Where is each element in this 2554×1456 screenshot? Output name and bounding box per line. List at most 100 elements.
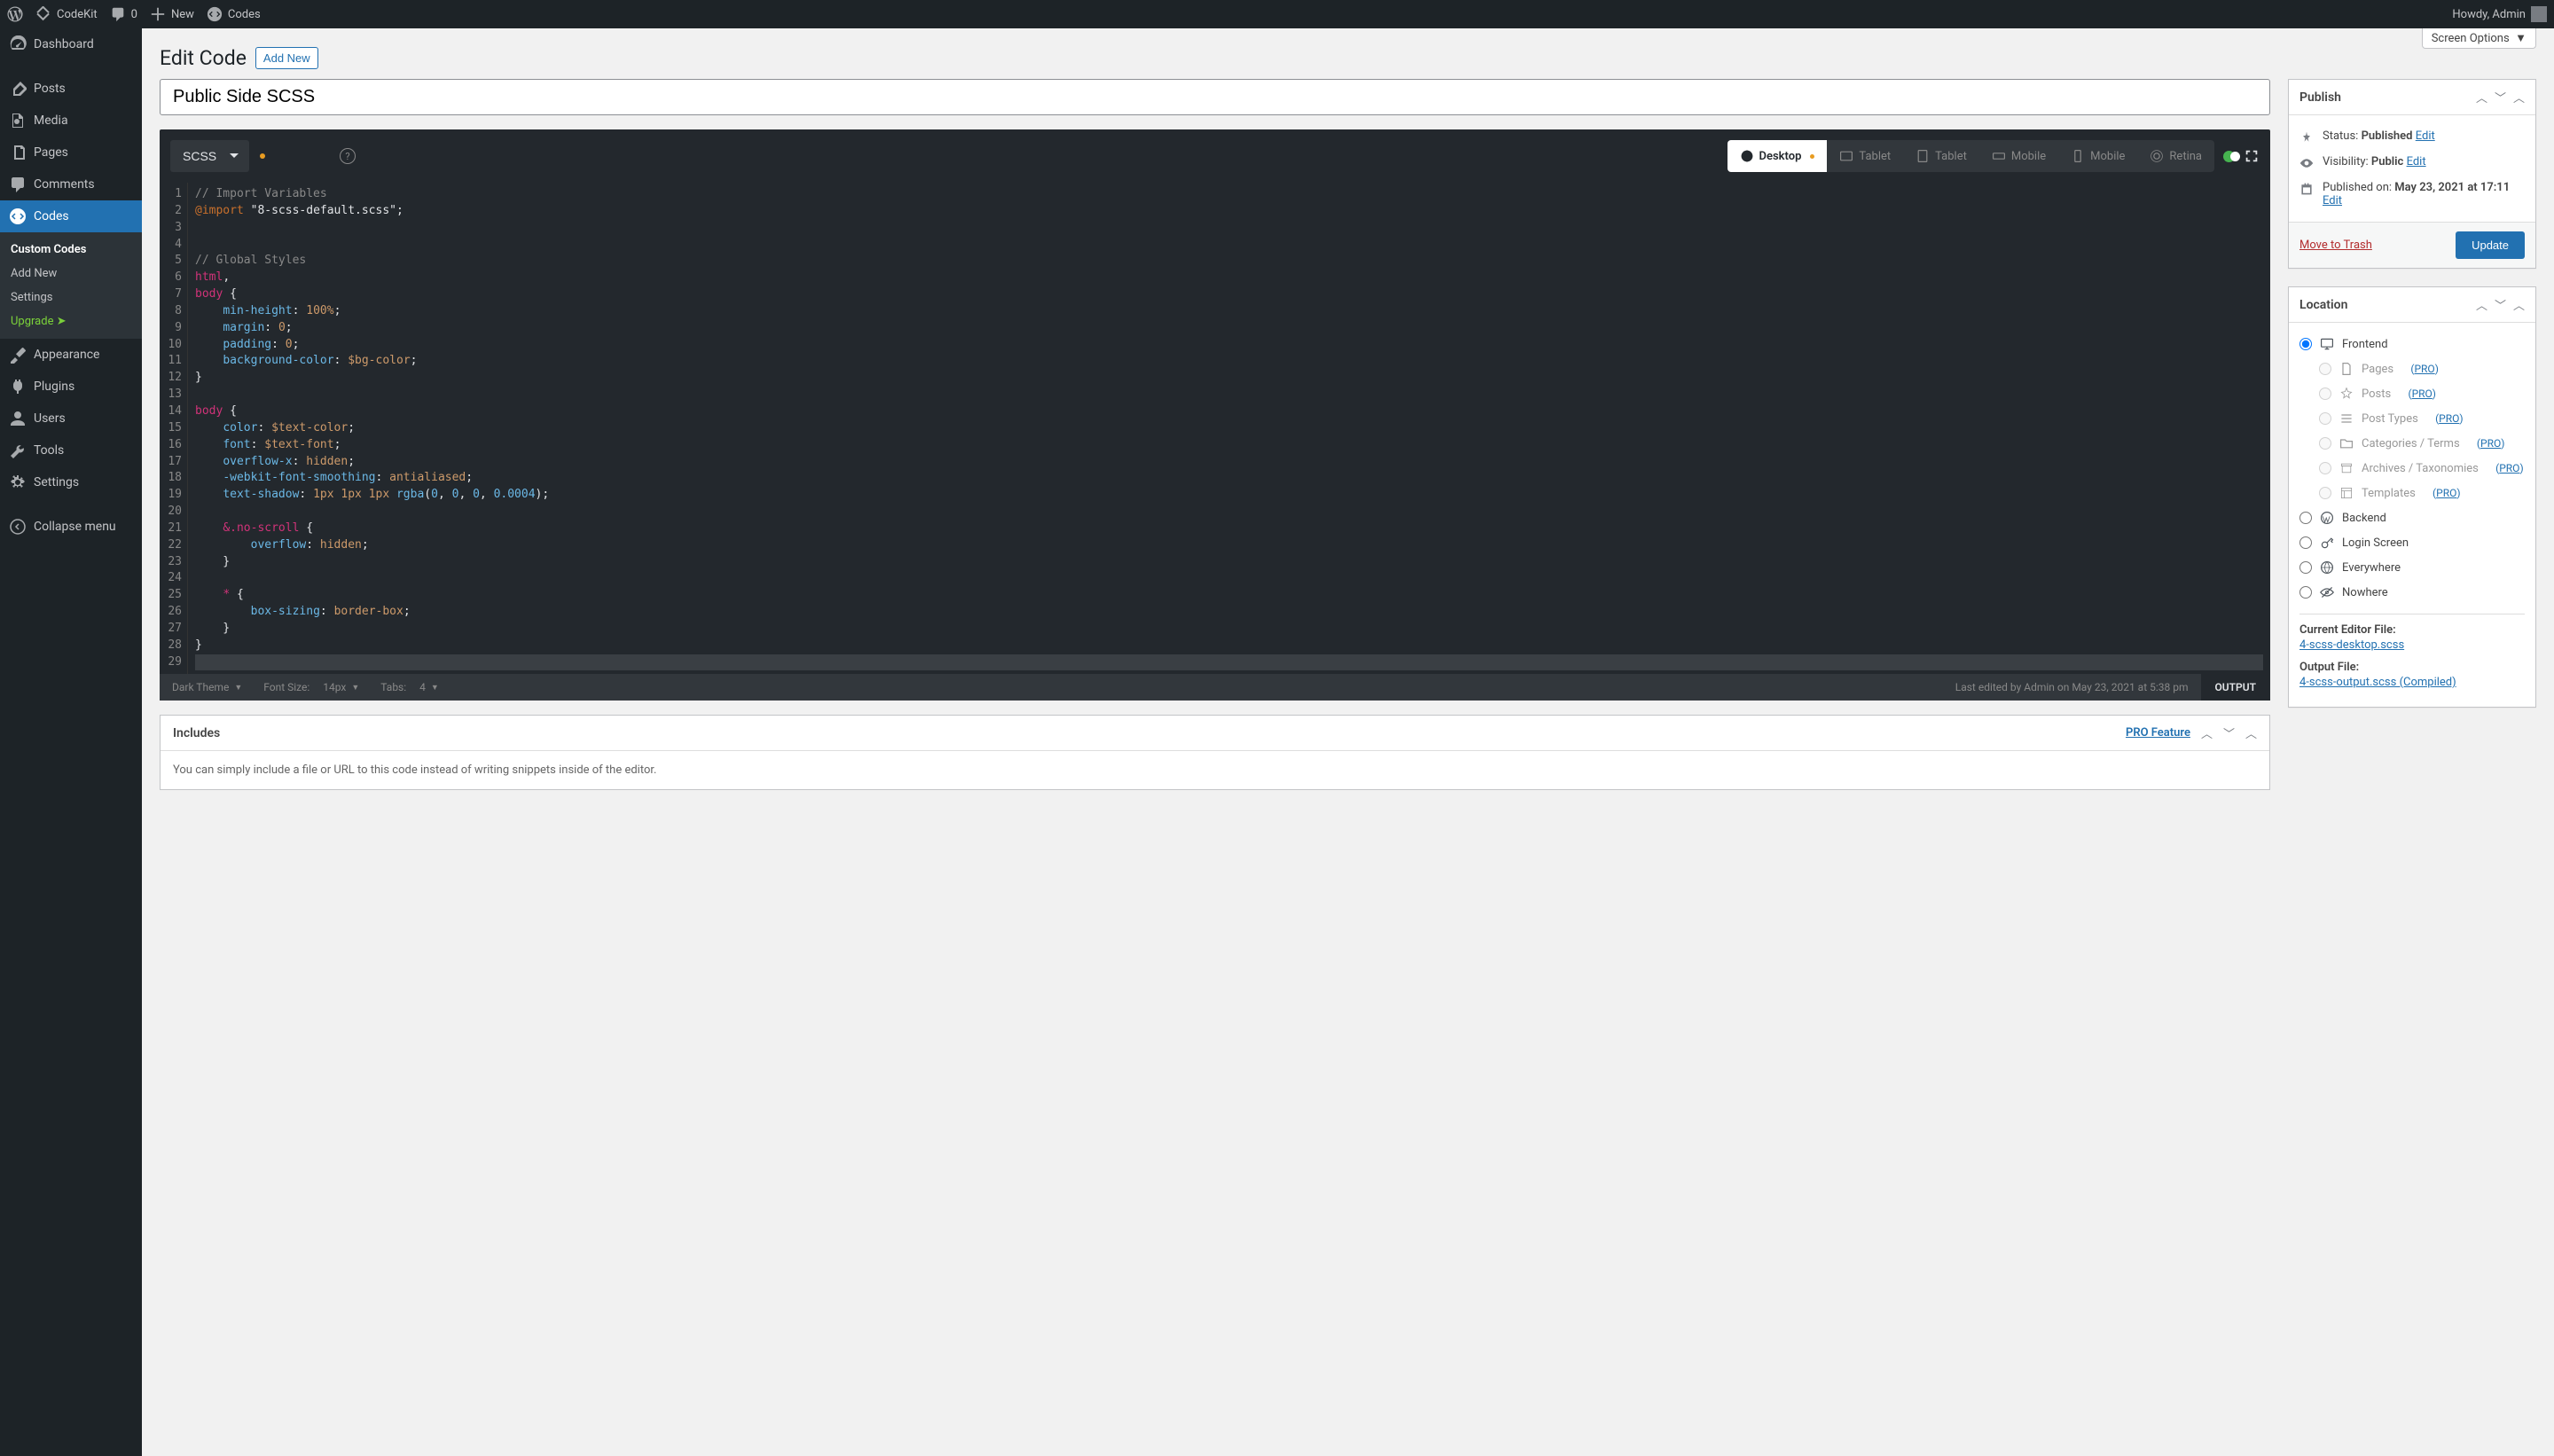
location-radio-login[interactable] bbox=[2299, 536, 2312, 549]
sidebar-item-pages[interactable]: Pages bbox=[0, 137, 142, 168]
comments-count: 0 bbox=[131, 8, 137, 21]
add-new-button[interactable]: Add New bbox=[255, 47, 318, 69]
panel-up-icon[interactable]: ︿ bbox=[2476, 296, 2487, 313]
code-content: // Import Variables @import "8-scss-defa… bbox=[188, 183, 2270, 674]
location-radio-nowhere[interactable] bbox=[2299, 586, 2312, 599]
fullscreen-icon[interactable] bbox=[2244, 148, 2260, 164]
device-tab-label: Desktop bbox=[1759, 150, 1802, 163]
sidebar-subitem-settings[interactable]: Settings bbox=[0, 286, 142, 309]
device-tab-mobile-p[interactable]: Mobile bbox=[2058, 140, 2137, 172]
theme-select[interactable]: Dark Theme ▼ bbox=[172, 681, 242, 693]
location-radio-posttypes[interactable] bbox=[2319, 412, 2331, 425]
edit-date-link[interactable]: Edit bbox=[2323, 194, 2342, 207]
unsaved-dot-icon bbox=[260, 153, 265, 159]
sidebar-item-posts[interactable]: Posts bbox=[0, 73, 142, 105]
adminbar-codes-label: Codes bbox=[228, 8, 261, 21]
sidebar-item-label: Appearance bbox=[34, 348, 99, 362]
sidebar-item-plugins[interactable]: Plugins bbox=[0, 371, 142, 403]
sidebar-item-appearance[interactable]: Appearance bbox=[0, 339, 142, 371]
key-icon bbox=[2319, 535, 2335, 551]
edit-visibility-link[interactable]: Edit bbox=[2407, 155, 2426, 168]
pro-link[interactable]: PRO bbox=[2439, 412, 2459, 425]
current-file-link[interactable]: 4-scss-desktop.scss bbox=[2299, 638, 2525, 652]
location-radio-pages[interactable] bbox=[2319, 363, 2331, 375]
location-radio-posts[interactable] bbox=[2319, 387, 2331, 400]
sidebar-subitem-upgrade[interactable]: Upgrade ➤ bbox=[0, 309, 142, 333]
wp-logo[interactable] bbox=[7, 6, 23, 22]
sidebar-item-users[interactable]: Users bbox=[0, 403, 142, 434]
sidebar-item-comments[interactable]: Comments bbox=[0, 168, 142, 200]
enable-toggle[interactable] bbox=[2223, 151, 2235, 162]
panel-down-icon[interactable]: ﹀ bbox=[2495, 296, 2506, 313]
fontsize-select[interactable]: Font Size: 14px ▼ bbox=[263, 681, 359, 693]
code-title-input[interactable] bbox=[160, 79, 2270, 115]
device-tab-retina[interactable]: Retina bbox=[2137, 140, 2214, 172]
output-button[interactable]: OUTPUT bbox=[2201, 674, 2271, 701]
device-tab-mobile-l[interactable]: Mobile bbox=[1979, 140, 2058, 172]
panel-down-icon[interactable]: ﹀ bbox=[2223, 724, 2235, 741]
code-textarea[interactable]: 1234567891011121314151617181920212223242… bbox=[160, 183, 2270, 674]
sidebar-item-dashboard[interactable]: Dashboard bbox=[0, 28, 142, 60]
sidebar-subitem-custom-codes[interactable]: Custom Codes bbox=[0, 238, 142, 262]
output-file-link[interactable]: 4-scss-output.scss (Compiled) bbox=[2299, 676, 2525, 689]
location-radio-everywhere[interactable] bbox=[2299, 561, 2312, 574]
sidebar-item-media[interactable]: Media bbox=[0, 105, 142, 137]
page-icon bbox=[2339, 361, 2354, 377]
publish-title: Publish bbox=[2299, 90, 2341, 105]
update-button[interactable]: Update bbox=[2456, 231, 2525, 259]
sidebar-item-label: Codes bbox=[34, 209, 69, 223]
sidebar-item-label: Users bbox=[34, 411, 66, 426]
sidebar-item-settings[interactable]: Settings bbox=[0, 466, 142, 498]
location-radio-backend[interactable] bbox=[2299, 512, 2312, 524]
move-to-trash-link[interactable]: Move to Trash bbox=[2299, 239, 2372, 252]
panel-collapse-icon[interactable]: ︿ bbox=[2245, 724, 2257, 741]
last-edited-text: Last edited by Admin on May 23, 2021 at … bbox=[1955, 681, 2189, 693]
panel-up-icon[interactable]: ︿ bbox=[2476, 89, 2487, 106]
sidebar-item-codes[interactable]: Codes bbox=[0, 200, 142, 232]
pro-link[interactable]: PRO bbox=[2414, 363, 2434, 375]
output-file-label: Output File: bbox=[2299, 661, 2525, 674]
sidebar-item-tools[interactable]: Tools bbox=[0, 434, 142, 466]
site-name[interactable]: CodeKit bbox=[35, 6, 98, 22]
tabs-select[interactable]: Tabs: 4 ▼ bbox=[380, 681, 439, 693]
location-radio-categories[interactable] bbox=[2319, 437, 2331, 450]
location-radio-archives[interactable] bbox=[2319, 462, 2331, 474]
screen-options-toggle[interactable]: Screen Options ▼ bbox=[2422, 28, 2536, 49]
device-tab-tablet-p[interactable]: Tablet bbox=[1903, 140, 1979, 172]
page-title: Edit Code bbox=[160, 46, 247, 70]
pro-link[interactable]: PRO bbox=[2412, 387, 2433, 400]
new-content[interactable]: New bbox=[150, 6, 194, 22]
location-radio-frontend[interactable] bbox=[2299, 338, 2312, 350]
pro-link[interactable]: PRO bbox=[2499, 462, 2519, 474]
device-tab-label: Mobile bbox=[2011, 150, 2046, 163]
panel-up-icon[interactable]: ︿ bbox=[2201, 724, 2213, 741]
sidebar-submenu: Custom Codes Add New Settings Upgrade ➤ bbox=[0, 232, 142, 339]
sidebar-subitem-add-new[interactable]: Add New bbox=[0, 262, 142, 286]
template-icon bbox=[2339, 485, 2354, 501]
device-tab-tablet-l[interactable]: Tablet bbox=[1827, 140, 1903, 172]
comments-bubble[interactable]: 0 bbox=[110, 6, 137, 22]
device-tabs: Desktop Tablet Tablet Mobile Mobile Reti… bbox=[1727, 140, 2214, 172]
includes-panel: Includes PRO Feature ︿ ﹀ ︿ You can simpl… bbox=[160, 715, 2270, 790]
sidebar-item-label: Posts bbox=[34, 82, 66, 96]
location-radio-templates[interactable] bbox=[2319, 487, 2331, 499]
edit-status-link[interactable]: Edit bbox=[2416, 129, 2435, 143]
panel-down-icon[interactable]: ﹀ bbox=[2495, 89, 2506, 106]
language-select[interactable]: SCSS bbox=[170, 140, 249, 172]
line-gutter: 1234567891011121314151617181920212223242… bbox=[160, 183, 188, 674]
sidebar-item-label: Pages bbox=[34, 145, 68, 160]
pro-feature-link[interactable]: PRO Feature bbox=[2126, 726, 2190, 740]
adminbar-codes[interactable]: Codes bbox=[207, 6, 261, 22]
sidebar-item-label: Collapse menu bbox=[34, 520, 116, 534]
howdy-account[interactable]: Howdy, Admin bbox=[2452, 6, 2547, 22]
location-label: Everywhere bbox=[2342, 561, 2401, 575]
sidebar-item-label: Plugins bbox=[34, 380, 74, 394]
panel-collapse-icon[interactable]: ︿ bbox=[2513, 89, 2525, 106]
help-icon[interactable]: ? bbox=[340, 148, 356, 164]
pro-link[interactable]: PRO bbox=[2480, 437, 2501, 450]
panel-collapse-icon[interactable]: ︿ bbox=[2513, 296, 2525, 313]
status-label: Status: bbox=[2323, 129, 2358, 143]
pro-link[interactable]: PRO bbox=[2436, 487, 2456, 499]
device-tab-desktop[interactable]: Desktop bbox=[1727, 140, 1828, 172]
sidebar-item-collapse[interactable]: Collapse menu bbox=[0, 511, 142, 543]
